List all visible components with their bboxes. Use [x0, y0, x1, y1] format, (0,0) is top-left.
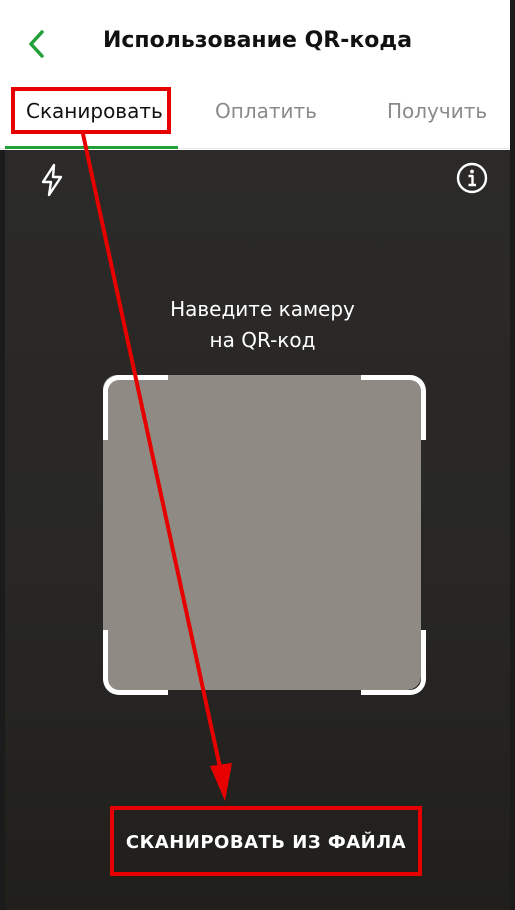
- page-title: Использование QR-кода: [102, 28, 413, 53]
- flash-icon: [41, 163, 63, 197]
- flash-toggle[interactable]: [38, 162, 66, 198]
- annotation-highlight-scan-tab: [11, 87, 171, 134]
- active-tab-indicator: [5, 146, 178, 149]
- screen-edge: [0, 150, 5, 910]
- tab-receive[interactable]: Получить: [387, 99, 487, 123]
- viewfinder-corner: [361, 375, 426, 440]
- info-icon: [456, 162, 488, 194]
- screen-edge: [510, 0, 515, 910]
- info-button[interactable]: [456, 162, 488, 194]
- tab-pay[interactable]: Оплатить: [215, 99, 317, 123]
- viewfinder-corner: [361, 630, 426, 695]
- scan-hint-line1: Наведите камеру: [170, 297, 355, 321]
- scan-hint: Наведите камеру на QR-код: [0, 294, 515, 356]
- annotation-highlight-scan-file: [110, 806, 422, 876]
- viewfinder-corner: [103, 630, 168, 695]
- viewfinder-corner: [103, 375, 168, 440]
- scan-hint-line2: на QR-код: [209, 328, 316, 352]
